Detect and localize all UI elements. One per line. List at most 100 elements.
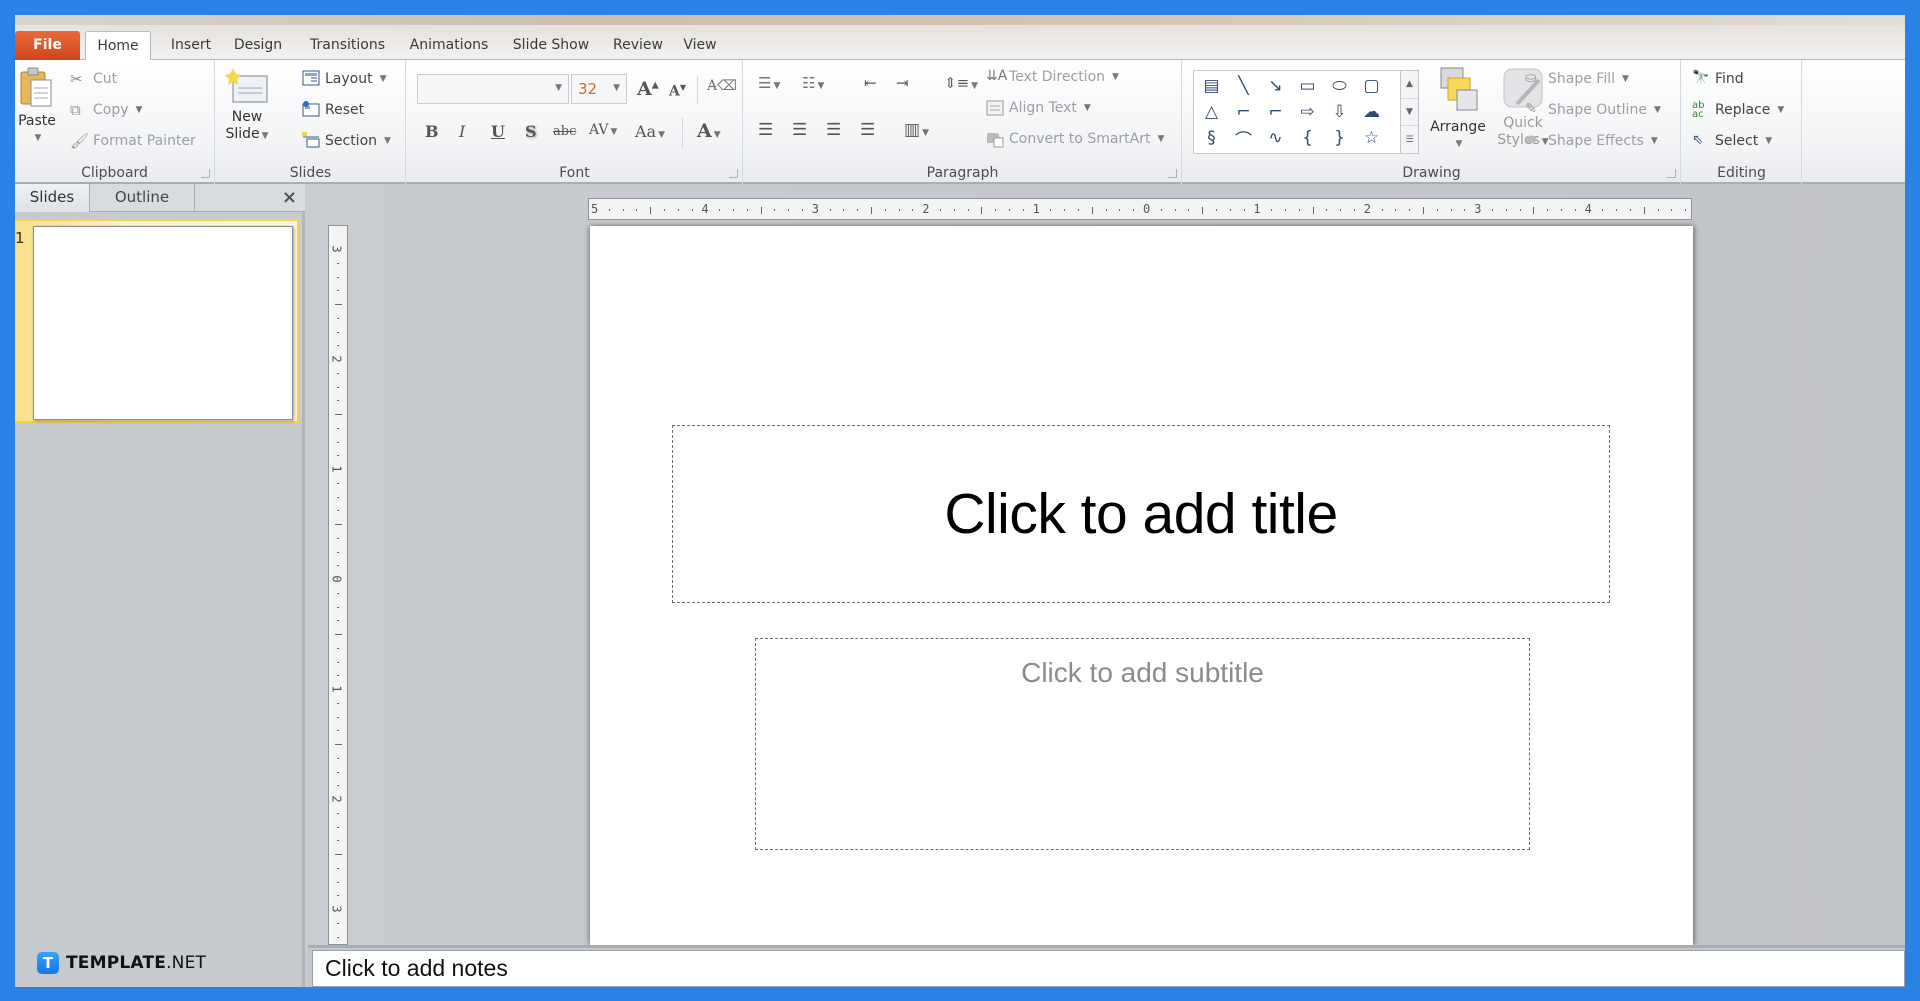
bullets-button[interactable]: ☰ ▼ [758,74,780,92]
gallery-more-icon[interactable]: ☰ [1401,126,1418,153]
shape-gallery-item[interactable]: ╲ [1229,73,1258,99]
text-direction-icon: ⇊A [986,68,1008,84]
shape-gallery-item[interactable]: ⇨ [1293,99,1322,125]
numbering-button[interactable]: ☷ ▼ [802,74,824,92]
horizontal-ruler[interactable]: 5 4 3 2 1 0 1 2 3 4 [588,198,1692,220]
increase-indent-button[interactable]: ⇥ [896,74,909,92]
ruler-tick [981,206,983,214]
tab-file[interactable]: File [15,31,80,60]
font-size-dropdown-icon[interactable]: ▼ [613,83,620,93]
tab-transitions[interactable]: Transitions [300,31,395,60]
tab-insert[interactable]: Insert [161,31,221,60]
clear-formatting-button[interactable]: A̶⌫ [707,78,737,94]
tab-animations[interactable]: Animations [401,31,497,60]
format-painter-button[interactable]: 🖌 Format Painter [70,132,196,150]
align-left-button[interactable]: ☰ [758,120,773,140]
shape-gallery-item[interactable]: ⌐ [1261,99,1290,125]
align-center-button[interactable]: ☰ [792,120,807,140]
shape-gallery-item[interactable]: ⌐ [1229,99,1258,125]
shape-gallery-item[interactable]: ▭ [1293,73,1322,99]
shape-effects-icon: ⬬ [1525,132,1537,148]
change-case-button[interactable]: Aa ▼ [635,122,665,141]
slide-thumbnail[interactable] [33,226,293,420]
paragraph-dialog-launcher-icon[interactable] [1168,169,1177,178]
select-button[interactable]: ⇖ Select ▼ [1692,132,1772,150]
ruler-tick [622,209,624,211]
subtitle-placeholder[interactable]: Click to add subtitle [755,638,1530,850]
ruler-tick [664,209,665,211]
gallery-scroll-up-icon[interactable]: ▲ [1401,71,1418,99]
shape-gallery-item[interactable]: } [1325,125,1354,151]
decrease-indent-button[interactable]: ⇤ [864,74,877,92]
ruler-tick [746,209,748,211]
italic-button[interactable]: I [459,122,465,141]
shape-gallery-item[interactable]: ⬭ [1325,73,1354,99]
shape-gallery-item[interactable]: ⇩ [1325,99,1354,125]
tab-review[interactable]: Review [605,31,671,60]
replace-button[interactable]: ab ac Replace ▼ [1692,101,1784,120]
character-spacing-button[interactable]: AV ▼ [589,122,617,138]
arrange-label: Arrange [1430,119,1486,135]
tab-view[interactable]: View [675,31,725,60]
shrink-font-button[interactable]: A▼ [669,82,686,100]
text-direction-button[interactable]: ⇊A Text Direction ▼ [986,68,1119,86]
shape-gallery-item[interactable]: ▤ [1197,73,1226,99]
ruler-tick [912,209,914,211]
font-size-combobox[interactable]: 32 ▼ [571,74,627,104]
shape-gallery-item[interactable]: ☁ [1357,99,1386,125]
shape-fill-button[interactable]: ⛀ Shape Fill ▼ [1525,70,1629,88]
section-button[interactable]: Section ▼ [302,132,391,150]
font-name-dropdown-icon[interactable]: ▼ [555,83,562,93]
title-placeholder[interactable]: Click to add title [672,425,1610,603]
copy-button[interactable]: ⧉ Copy ▼ [70,101,142,119]
convert-smartart-button[interactable]: Convert to SmartArt ▼ [986,130,1164,148]
shape-gallery-item[interactable]: ☆ [1357,125,1386,151]
tab-slide-show[interactable]: Slide Show [503,31,599,60]
shape-gallery-item[interactable]: ▢ [1357,73,1386,99]
text-shadow-button[interactable]: S [525,122,537,141]
font-color-button[interactable]: A ▼ [697,120,721,142]
vertical-ruler[interactable]: 3 2 1 0 1 2 3 [328,225,348,979]
shape-outline-button[interactable]: ✎ Shape Outline ▼ [1525,101,1661,119]
strikethrough-button[interactable]: abc [553,124,576,139]
tab-home[interactable]: Home [85,31,151,61]
arrange-button[interactable]: Arrange ▼ [1427,66,1489,153]
notes-input[interactable]: Click to add notes [312,950,1905,987]
paste-button[interactable]: Paste ▼ [15,66,59,147]
shape-gallery-item[interactable]: { [1293,125,1322,151]
columns-button[interactable]: ▥ ▼ [904,120,929,140]
cut-button[interactable]: ✂ Cut [70,70,117,88]
shape-effects-button[interactable]: ⬬ Shape Effects ▼ [1525,132,1658,150]
justify-button[interactable]: ☰ [860,120,875,140]
gallery-scroll-down-icon[interactable]: ▼ [1401,99,1418,127]
shape-gallery-item[interactable]: ∿ [1261,125,1290,151]
underline-button[interactable]: U [491,122,505,141]
font-dialog-launcher-icon[interactable] [729,169,738,178]
ruler-tick [337,647,339,649]
ruler-tick [337,867,339,869]
ruler-tick [691,209,693,211]
line-spacing-button[interactable]: ⇕≡ ▼ [944,74,978,92]
slide-thumbnail-item[interactable]: 1 [15,219,299,423]
shape-gallery-item[interactable]: △ [1197,99,1226,125]
pane-tab-outline[interactable]: Outline [90,184,195,212]
tab-design[interactable]: Design [225,31,291,60]
bold-button[interactable]: B [425,122,439,141]
ruler-tick [1464,209,1466,211]
close-pane-icon[interactable]: × [282,187,297,208]
pane-tab-slides[interactable]: Slides [15,184,90,212]
grow-font-button[interactable]: A▲ [637,78,659,100]
align-right-button[interactable]: ☰ [826,120,841,140]
shape-gallery-item[interactable]: ↘ [1261,73,1290,99]
reset-button[interactable]: Reset [302,101,364,119]
clipboard-dialog-launcher-icon[interactable] [201,169,210,178]
align-text-button[interactable]: Align Text ▼ [986,99,1091,117]
find-button[interactable]: 🔭 Find [1692,70,1744,88]
slide-canvas[interactable]: Click to add title Click to add subtitle [590,226,1693,945]
font-name-combobox[interactable]: ▼ [417,74,569,104]
shape-gallery-item[interactable]: § [1197,125,1226,151]
layout-button[interactable]: Layout ▼ [302,70,387,88]
new-slide-button[interactable]: New Slide ▼ [222,66,272,145]
drawing-dialog-launcher-icon[interactable] [1667,169,1676,178]
shape-gallery-item[interactable]: ⌒ [1229,125,1258,151]
